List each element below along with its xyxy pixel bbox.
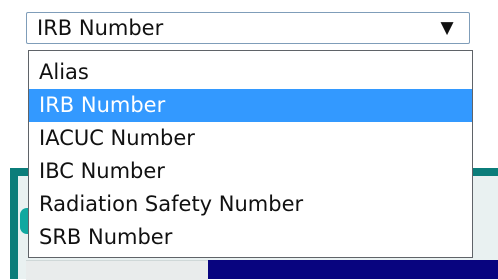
option-ibc-number[interactable]: IBC Number bbox=[29, 155, 472, 188]
option-alias[interactable]: Alias bbox=[29, 56, 472, 89]
option-iacuc-number[interactable]: IACUC Number bbox=[29, 122, 472, 155]
option-radiation-safety-number[interactable]: Radiation Safety Number bbox=[29, 188, 472, 221]
triangle-down-icon[interactable]: ▼ bbox=[433, 18, 461, 38]
identifier-type-select[interactable]: IRB Number ▼ bbox=[26, 12, 470, 44]
option-irb-number[interactable]: IRB Number bbox=[29, 89, 472, 122]
background-header-bar bbox=[208, 260, 498, 279]
identifier-type-dropdown[interactable]: Alias IRB Number IACUC Number IBC Number… bbox=[28, 50, 473, 258]
background-cell bbox=[26, 260, 208, 280]
select-current-value: IRB Number bbox=[37, 16, 164, 40]
option-srb-number[interactable]: SRB Number bbox=[29, 221, 472, 254]
